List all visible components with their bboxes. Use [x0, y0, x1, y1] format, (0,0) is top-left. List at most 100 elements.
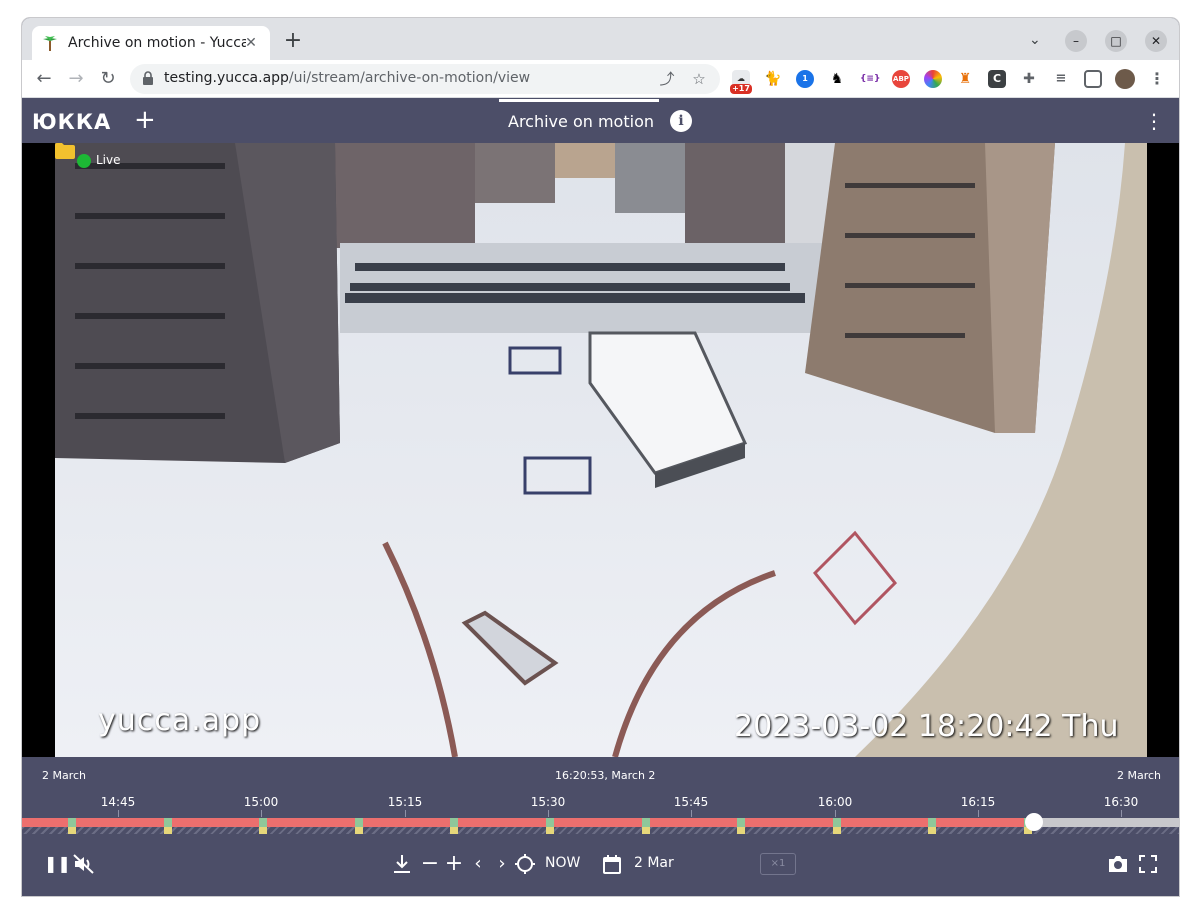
c-extension-icon[interactable]: C [988, 70, 1006, 88]
video-player[interactable]: Live yucca.app 2023-03-02 18:20:42 Thu [22, 143, 1179, 757]
motion-segment[interactable] [259, 818, 267, 827]
url-path: /ui/stream/archive-on-motion/view [288, 70, 531, 86]
timeline-tick-label: 16:30 [1103, 795, 1139, 809]
timeline-hatch [22, 827, 1179, 834]
close-tab-icon[interactable]: ✕ [242, 34, 260, 52]
page-title: Archive on motion [508, 112, 654, 131]
profile-avatar[interactable] [1115, 69, 1135, 89]
motion-segment[interactable] [546, 818, 554, 827]
motion-segment-marker [833, 827, 841, 834]
mute-icon[interactable] [73, 854, 95, 874]
media-queue-icon[interactable]: ≡ [1052, 70, 1070, 88]
motion-segment-marker [68, 827, 76, 834]
motion-segment-marker [642, 827, 650, 834]
motion-segment-marker [737, 827, 745, 834]
color-picker-icon[interactable] [924, 70, 942, 88]
bookmark-star-icon[interactable]: ☆ [688, 68, 710, 90]
recorded-track[interactable] [22, 818, 1034, 827]
motion-segment[interactable] [928, 818, 936, 827]
address-bar[interactable]: testing.yucca.app/ui/stream/archive-on-m… [130, 64, 720, 94]
previous-button[interactable]: ‹ [469, 853, 487, 875]
share-icon[interactable]: ⤴ [656, 68, 678, 90]
timeline-tick [691, 810, 692, 817]
password-manager-icon[interactable]: 1 [796, 70, 814, 88]
timeline-right-date: 2 March [1117, 769, 1162, 782]
app-logo[interactable]: ЮККА [32, 110, 111, 134]
now-button[interactable]: NOW [545, 855, 580, 871]
timeline-tick-label: 14:45 [100, 795, 136, 809]
back-button[interactable]: ← [32, 67, 56, 91]
reload-button[interactable]: ↻ [96, 67, 120, 91]
folder-icon[interactable] [55, 143, 75, 159]
motion-segment[interactable] [833, 818, 841, 827]
timeline-tick-label: 16:00 [817, 795, 853, 809]
more-menu-icon[interactable]: ⋮ [1144, 109, 1164, 133]
timeline-tick [548, 810, 549, 817]
video-watermark: yucca.app [98, 703, 262, 738]
live-status-dot [77, 154, 91, 168]
motion-segment-marker [259, 827, 267, 834]
timeline-tick [118, 810, 119, 817]
extension-badge: +17 [730, 84, 752, 94]
timeline-tick [835, 810, 836, 817]
timeline-left-date: 2 March [42, 769, 87, 782]
chevron-down-icon[interactable]: ⌄ [1029, 32, 1041, 48]
app-header: ЮККА + Archive on motion i ⋮ [22, 99, 1179, 143]
cat-extension-icon[interactable]: 🐈 [764, 70, 782, 88]
add-stream-button[interactable]: + [134, 107, 156, 133]
tab-strip: Archive on motion - Yucca ✕ + ⌄ – □ ✕ [22, 18, 1179, 60]
zoom-out-button[interactable]: − [420, 853, 440, 875]
motion-segment-marker [928, 827, 936, 834]
playback-speed-button[interactable]: ×1 [760, 853, 796, 875]
url-text: testing.yucca.app/ui/stream/archive-on-m… [164, 70, 530, 86]
motion-segment[interactable] [164, 818, 172, 827]
fullscreen-icon[interactable] [1139, 855, 1157, 873]
browser-menu-icon[interactable]: ⋮ [1148, 70, 1166, 88]
motion-segment[interactable] [450, 818, 458, 827]
minimize-button[interactable]: – [1065, 30, 1087, 52]
url-host: testing.yucca.app [164, 70, 289, 86]
camera-frame [55, 143, 1147, 757]
motion-segment[interactable] [355, 818, 363, 827]
rocket-extension-icon[interactable]: ♜ [956, 70, 974, 88]
motion-segment-marker [450, 827, 458, 834]
extensions-puzzle-icon[interactable]: ✚ [1020, 70, 1038, 88]
info-icon[interactable]: i [670, 110, 692, 132]
timeline-scrubber-handle[interactable] [1025, 813, 1043, 831]
browser-tab[interactable]: Archive on motion - Yucca ✕ [32, 26, 270, 60]
pause-button[interactable]: ❚❚ [44, 853, 71, 875]
calendar-icon[interactable] [602, 854, 622, 874]
adblock-icon[interactable]: ABP [892, 70, 910, 88]
palm-tree-icon [43, 36, 57, 51]
timeline-tick-label: 15:45 [673, 795, 709, 809]
zoom-in-button[interactable]: + [444, 853, 464, 875]
close-window-button[interactable]: ✕ [1145, 30, 1167, 52]
forward-button[interactable]: → [64, 67, 88, 91]
video-timestamp: 2023-03-02 18:20:42 Thu [734, 709, 1119, 744]
motion-segment-marker [355, 827, 363, 834]
crosshair-icon[interactable] [515, 854, 535, 874]
new-tab-button[interactable]: + [281, 29, 305, 53]
timeline-tick-label: 15:00 [243, 795, 279, 809]
timeline-tick-label: 16:15 [960, 795, 996, 809]
date-picker-label[interactable]: 2 Mar [634, 855, 674, 871]
timeline-tick-label: 15:15 [387, 795, 423, 809]
next-button[interactable]: › [493, 853, 511, 875]
maximize-button[interactable]: □ [1105, 30, 1127, 52]
title-underline [499, 99, 659, 102]
json-extension-icon[interactable]: {≡} [860, 70, 880, 88]
gnome-extension-icon[interactable]: ♞ [828, 70, 846, 88]
side-panel-icon[interactable] [1084, 70, 1102, 88]
lock-icon [143, 71, 153, 85]
motion-segment[interactable] [642, 818, 650, 827]
timeline: 2 March 16:20:53, March 2 2 March 14:45 1… [22, 757, 1179, 896]
motion-segment-marker [546, 827, 554, 834]
download-icon[interactable] [393, 854, 411, 874]
tab-title: Archive on motion - Yucca [68, 35, 246, 51]
camera-snapshot-icon[interactable] [1107, 854, 1129, 874]
timeline-tick [978, 810, 979, 817]
timeline-tick-label: 15:30 [530, 795, 566, 809]
motion-segment[interactable] [68, 818, 76, 827]
unrecorded-track[interactable] [1034, 818, 1179, 827]
motion-segment[interactable] [737, 818, 745, 827]
